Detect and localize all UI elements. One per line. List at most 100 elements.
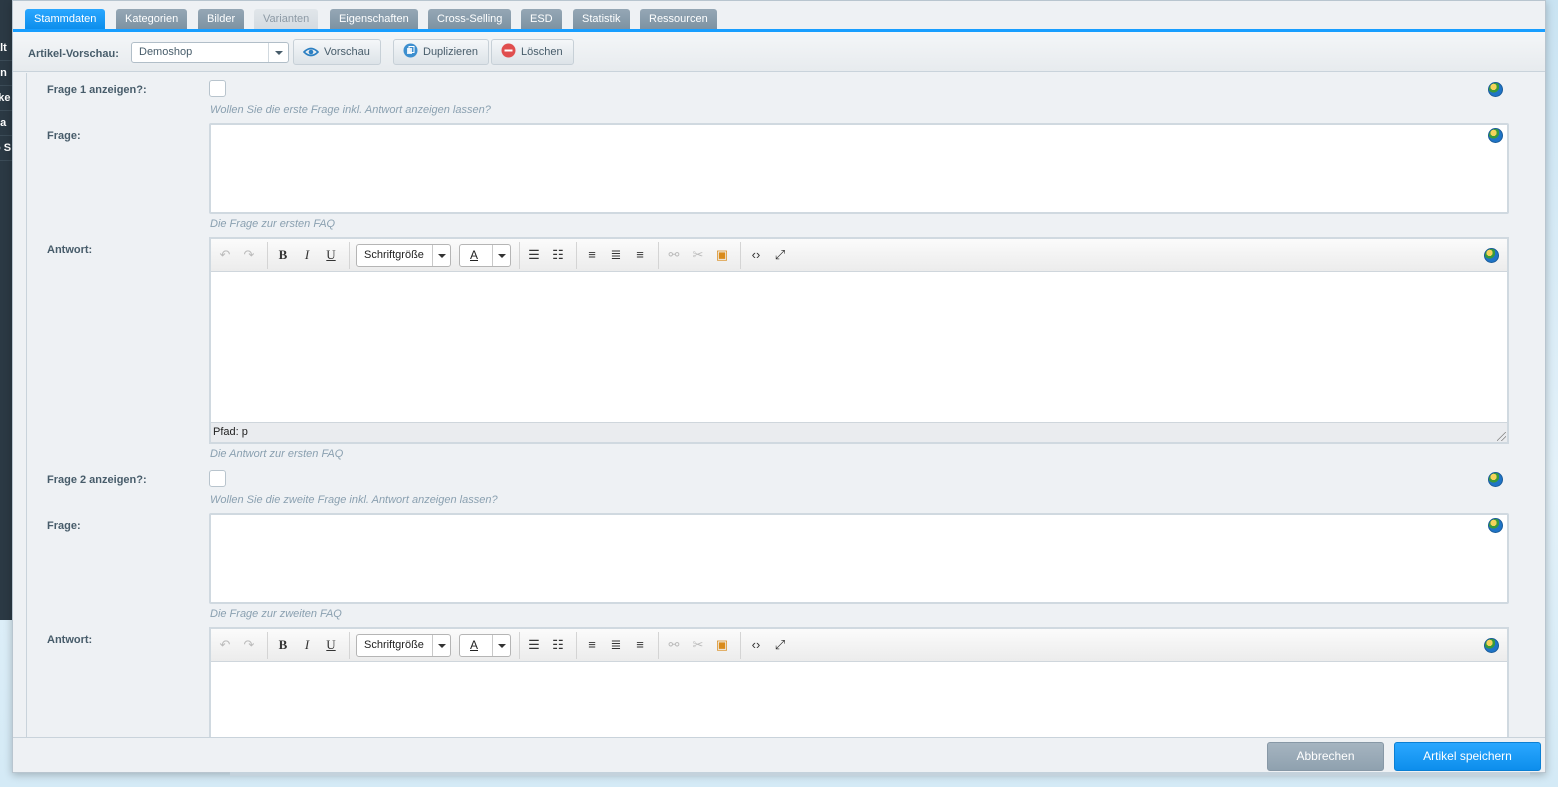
- bold-icon[interactable]: B: [275, 247, 291, 263]
- align-left-icon[interactable]: ≡: [584, 247, 600, 263]
- tab-ressourcen[interactable]: Ressourcen: [640, 9, 717, 29]
- underline-icon[interactable]: U: [323, 247, 339, 263]
- align-center-icon[interactable]: ≣: [608, 637, 624, 653]
- toolbar-separator: [349, 632, 350, 659]
- faq2-show-label: Frage 2 anzeigen?:: [47, 474, 147, 486]
- undo-icon[interactable]: ↶: [217, 637, 233, 653]
- font-color-select[interactable]: A: [459, 634, 511, 657]
- globe-icon[interactable]: [1488, 472, 1503, 487]
- numbered-list-icon[interactable]: ☷: [550, 247, 566, 263]
- numbered-list-icon[interactable]: ☷: [550, 637, 566, 653]
- chevron-down-icon[interactable]: [432, 635, 450, 656]
- fullscreen-icon[interactable]: ⤢: [772, 247, 788, 263]
- faq1-question-help: Die Frage zur ersten FAQ: [210, 218, 336, 230]
- chevron-down-icon[interactable]: [492, 635, 510, 656]
- source-code-icon[interactable]: ‹›: [748, 247, 764, 263]
- preview-shop-value: Demoshop: [139, 46, 193, 58]
- background-menu-item: o S: [0, 136, 12, 161]
- editor-toolbar: ↶ ↷ B I U Schriftgröße A ☰ ☷ ≡ ≣ ≡ ⚯ ✂ ▣…: [211, 239, 1507, 272]
- background-menu-item: ält: [0, 36, 12, 61]
- faq1-answer-label: Antwort:: [47, 244, 93, 256]
- unlink-icon[interactable]: ✂: [690, 637, 706, 653]
- toolbar-separator: [658, 242, 659, 269]
- preview-button-label: Vorschau: [324, 46, 370, 58]
- redo-icon[interactable]: ↷: [241, 247, 257, 263]
- toolbar-separator: [349, 242, 350, 269]
- save-article-button[interactable]: Artikel speichern: [1394, 742, 1541, 771]
- toolbar-separator: [519, 632, 520, 659]
- align-left-icon[interactable]: ≡: [584, 637, 600, 653]
- font-size-select[interactable]: Schriftgröße: [356, 634, 451, 657]
- font-size-select[interactable]: Schriftgröße: [356, 244, 451, 267]
- tab-bilder[interactable]: Bilder: [198, 9, 245, 29]
- tab-esd[interactable]: ESD: [521, 9, 562, 29]
- globe-icon[interactable]: [1488, 128, 1503, 143]
- toolbar-separator: [519, 242, 520, 269]
- italic-icon[interactable]: I: [299, 247, 315, 263]
- tab-kategorien[interactable]: Kategorien: [116, 9, 188, 29]
- font-size-label: Schriftgröße: [364, 639, 424, 651]
- faq-form: Frage 1 anzeigen?: Wollen Sie die erste …: [26, 73, 1545, 737]
- font-color-select[interactable]: A: [459, 244, 511, 267]
- faq2-answer-editor: ↶ ↷ B I U Schriftgröße A ☰ ☷ ≡ ≣ ≡ ⚯ ✂ ▣…: [209, 627, 1509, 737]
- media-manager-icon[interactable]: ▣: [714, 247, 730, 263]
- italic-icon[interactable]: I: [299, 637, 315, 653]
- editor-toolbar: ↶ ↷ B I U Schriftgröße A ☰ ☷ ≡ ≣ ≡ ⚯ ✂ ▣…: [211, 629, 1507, 662]
- faq1-question-label: Frage:: [47, 130, 81, 142]
- toolbar-separator: [740, 632, 741, 659]
- tab-eigenschaften[interactable]: Eigenschaften: [330, 9, 418, 29]
- fullscreen-icon[interactable]: ⤢: [772, 637, 788, 653]
- faq2-answer-label: Antwort:: [47, 634, 93, 646]
- background-menu-item: sa: [0, 111, 12, 136]
- preview-shop-label: Artikel-Vorschau:: [28, 48, 119, 60]
- duplicate-icon: [403, 43, 418, 67]
- resize-handle-icon[interactable]: [1497, 432, 1506, 441]
- preview-shop-select[interactable]: Demoshop: [131, 42, 289, 63]
- underline-icon[interactable]: U: [323, 637, 339, 653]
- globe-icon[interactable]: [1484, 638, 1499, 653]
- editor-status-bar: Pfad: p: [211, 422, 1507, 442]
- align-right-icon[interactable]: ≡: [632, 637, 648, 653]
- cancel-button[interactable]: Abbrechen: [1267, 742, 1384, 771]
- font-size-label: Schriftgröße: [364, 249, 424, 261]
- tab-cross-selling[interactable]: Cross-Selling: [428, 9, 512, 29]
- faq1-show-checkbox[interactable]: [209, 80, 226, 97]
- article-toolbar: Artikel-Vorschau: Demoshop Vorschau Dupl…: [13, 32, 1545, 72]
- faq2-show-checkbox[interactable]: [209, 470, 226, 487]
- unlink-icon[interactable]: ✂: [690, 247, 706, 263]
- chevron-down-icon[interactable]: [268, 43, 288, 62]
- source-code-icon[interactable]: ‹›: [748, 637, 764, 653]
- media-manager-icon[interactable]: ▣: [714, 637, 730, 653]
- faq2-question-input[interactable]: [209, 513, 1509, 604]
- tab-bar: Stammdaten Kategorien Bilder Varianten E…: [13, 1, 1545, 32]
- tab-varianten: Varianten: [254, 9, 319, 29]
- faq1-answer-content[interactable]: [211, 272, 1507, 422]
- undo-icon[interactable]: ↶: [217, 247, 233, 263]
- globe-icon[interactable]: [1488, 518, 1503, 533]
- preview-button[interactable]: Vorschau: [293, 39, 381, 65]
- faq2-answer-content[interactable]: [211, 662, 1507, 737]
- duplicate-button-label: Duplizieren: [423, 46, 479, 58]
- align-right-icon[interactable]: ≡: [632, 247, 648, 263]
- link-icon[interactable]: ⚯: [666, 247, 682, 263]
- faq1-question-input[interactable]: [209, 123, 1509, 214]
- font-color-icon: A: [470, 638, 479, 652]
- tab-stammdaten[interactable]: Stammdaten: [25, 9, 106, 29]
- align-center-icon[interactable]: ≣: [608, 247, 624, 263]
- globe-icon[interactable]: [1488, 82, 1503, 97]
- bullet-list-icon[interactable]: ☰: [526, 247, 542, 263]
- duplicate-button[interactable]: Duplizieren: [393, 39, 490, 67]
- toolbar-separator: [267, 242, 268, 269]
- tab-statistik[interactable]: Statistik: [573, 9, 630, 29]
- faq2-question-help: Die Frage zur zweiten FAQ: [210, 608, 342, 620]
- faq1-answer-help: Die Antwort zur ersten FAQ: [210, 448, 344, 460]
- globe-icon[interactable]: [1484, 248, 1499, 263]
- bullet-list-icon[interactable]: ☰: [526, 637, 542, 653]
- bold-icon[interactable]: B: [275, 637, 291, 653]
- redo-icon[interactable]: ↷: [241, 637, 257, 653]
- link-icon[interactable]: ⚯: [666, 637, 682, 653]
- chevron-down-icon[interactable]: [432, 245, 450, 266]
- chevron-down-icon[interactable]: [492, 245, 510, 266]
- delete-button-label: Löschen: [521, 46, 563, 58]
- delete-button[interactable]: Löschen: [491, 39, 574, 65]
